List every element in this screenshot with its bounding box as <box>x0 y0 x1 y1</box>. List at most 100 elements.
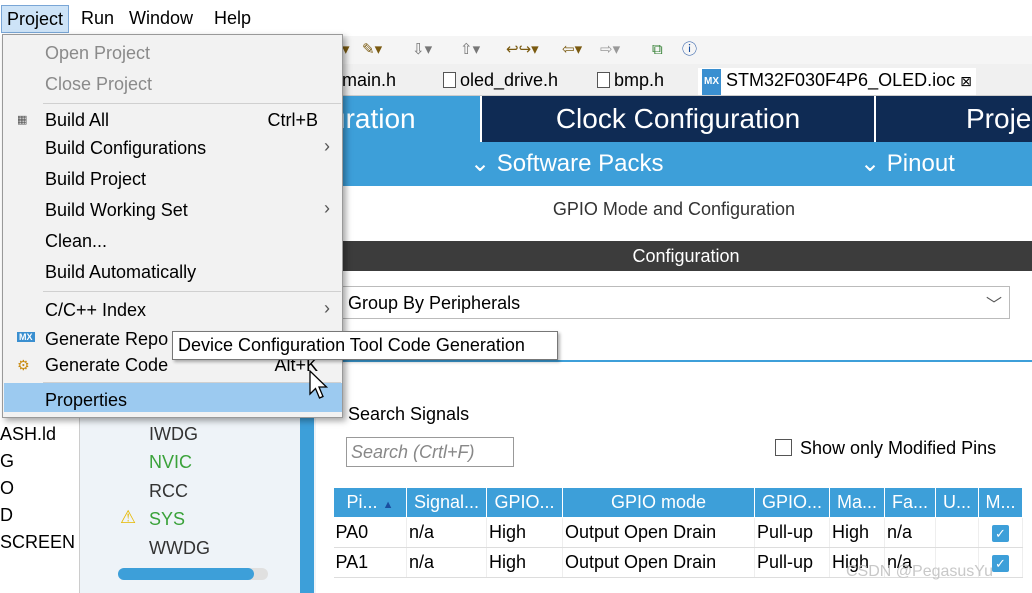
menu-item-properties[interactable]: Properties <box>45 388 127 412</box>
tab-project-manager[interactable]: Proje <box>876 96 1032 142</box>
prev-annotation-icon[interactable]: ⇧▾ <box>460 40 480 60</box>
menu-item-close-project: Close Project <box>45 74 153 94</box>
checkbox-checked-icon[interactable]: ✓ <box>992 525 1009 542</box>
col-fast-mode[interactable]: Fa... <box>884 487 936 518</box>
submenu-arrow-icon: › <box>324 136 330 156</box>
menu-separator <box>43 382 341 383</box>
cell-modified[interactable]: ✓ <box>978 517 1023 548</box>
cell-pin: PA0 <box>333 517 407 548</box>
next-annotation-icon[interactable]: ⇩▾ <box>412 40 432 60</box>
menu-item-build-configurations[interactable]: Build Configurations <box>45 136 206 160</box>
close-icon[interactable]: ⊠ <box>960 73 972 89</box>
menu-run[interactable]: Run <box>76 5 119 31</box>
explorer-item[interactable]: G <box>0 449 14 473</box>
tab-bmp-h[interactable]: bmp.h <box>597 68 664 92</box>
periph-sys[interactable]: SYS <box>149 507 185 531</box>
menu-item-clean[interactable]: Clean... <box>45 229 107 253</box>
periph-nvic[interactable]: NVIC <box>149 450 192 474</box>
project-menu: Open Project Close Project ▦ Build All C… <box>2 34 343 418</box>
menu-separator <box>43 291 341 292</box>
build-all-icon: ▦ <box>17 114 28 126</box>
dropdown-icon[interactable]: ▾ <box>342 40 350 60</box>
cell-fast-mode: n/a <box>884 517 936 548</box>
col-gpio-output[interactable]: GPIO... <box>486 487 563 518</box>
tab-oled-drive-h[interactable]: oled_drive.h <box>443 68 558 92</box>
explorer-item[interactable]: SCREEN <box>0 530 75 554</box>
cell-signal: n/a <box>406 517 487 548</box>
col-gpio-pull[interactable]: GPIO... <box>754 487 830 518</box>
mx-icon: MX <box>702 69 721 95</box>
group-by-value: Group By Peripherals <box>348 293 521 313</box>
show-modified-label: Show only Modified Pins <box>800 438 997 458</box>
back-icon[interactable]: ⇦▾ <box>562 40 582 60</box>
tab-ioc[interactable]: MX STM32F030F4P6_OLED.ioc ⊠ <box>698 68 976 95</box>
file-icon <box>597 72 610 88</box>
toolbar: ▾ ✎▾ ⇩▾ ⇧▾ ↩↪▾ ⇦▾ ⇨▾ ⧉ ⓘ <box>340 36 1032 64</box>
col-gpio-mode[interactable]: GPIO mode <box>562 487 755 518</box>
cell-gpio-mode: Output Open Drain <box>562 517 755 548</box>
warning-icon: ⚠ <box>120 507 137 527</box>
mouse-cursor-icon <box>309 370 329 399</box>
search-input[interactable]: Search (Crtl+F) <box>346 437 514 467</box>
menu-help[interactable]: Help <box>209 5 256 31</box>
menu-item-cpp-index[interactable]: C/C++ Index <box>45 298 146 322</box>
table-row[interactable]: PA0 n/a High Output Open Drain Pull-up H… <box>333 517 1023 548</box>
search-signals-label: Search Signals <box>348 404 470 424</box>
menu-item-build-all[interactable]: Build All <box>45 108 109 132</box>
col-modified[interactable]: M... <box>978 487 1023 518</box>
cell-gpio-mode: Output Open Drain <box>562 547 755 578</box>
checkbox-checked-icon[interactable]: ✓ <box>992 555 1009 572</box>
col-pin[interactable]: Pi... ▲ <box>333 487 407 518</box>
mx-icon: MX <box>17 332 35 342</box>
cell-user-label <box>935 517 979 548</box>
tab-underline <box>340 360 1032 362</box>
menu-item-build-project[interactable]: Build Project <box>45 167 146 191</box>
submenu-arrow-icon: › <box>324 198 330 218</box>
cell-gpio-output: High <box>486 547 563 578</box>
sub-header: ⌄ Software Packs ⌄ Pinout <box>300 142 1032 186</box>
submenu-arrow-icon: › <box>324 298 330 318</box>
info-icon[interactable]: ⓘ <box>682 40 697 60</box>
explorer-item[interactable]: D <box>0 503 13 527</box>
menu-project[interactable]: Project <box>1 5 70 33</box>
open-perspective-icon[interactable]: ⧉ <box>652 40 663 60</box>
pinout-menu[interactable]: ⌄ Pinout <box>860 150 955 178</box>
software-packs-menu[interactable]: ⌄ Software Packs <box>470 150 664 178</box>
menubar: Project Run Window Help <box>0 0 1032 36</box>
watermark: CSDN @PegasusYu <box>846 563 993 580</box>
cell-pin: PA1 <box>333 547 407 578</box>
col-user-label[interactable]: U... <box>935 487 979 518</box>
explorer-item[interactable]: ASH.ld <box>0 422 56 446</box>
menu-item-generate-code[interactable]: Generate Code <box>45 353 168 377</box>
menu-separator <box>43 103 341 104</box>
periph-iwdg[interactable]: IWDG <box>149 422 198 446</box>
config-header: uration Clock Configuration Proje <box>300 96 1032 142</box>
chevron-down-icon: ⌄ <box>470 150 491 177</box>
menu-window[interactable]: Window <box>124 5 198 31</box>
explorer-item[interactable]: O <box>0 476 14 500</box>
cell-pull: Pull-up <box>754 547 830 578</box>
chevron-down-icon[interactable]: ﹀ <box>986 291 1002 315</box>
cell-speed: High <box>829 517 885 548</box>
menu-item-build-automatically[interactable]: Build Automatically <box>45 260 196 284</box>
tab-main-h[interactable]: main.h <box>342 68 396 92</box>
gear-icon: ⚙ <box>17 357 30 373</box>
col-max-speed[interactable]: Ma... <box>829 487 885 518</box>
menu-item-generate-report[interactable]: Generate Repo <box>45 327 168 351</box>
show-modified-checkbox[interactable] <box>775 439 792 456</box>
edit-location-icon[interactable]: ↩↪▾ <box>506 40 539 60</box>
cell-signal: n/a <box>406 547 487 578</box>
tooltip: Device Configuration Tool Code Generatio… <box>172 331 558 360</box>
col-signal[interactable]: Signal... <box>406 487 487 518</box>
configuration-bar: Configuration <box>340 241 1032 271</box>
gpio-panel-title: GPIO Mode and Configuration <box>552 199 796 219</box>
forward-icon[interactable]: ⇨▾ <box>600 40 620 60</box>
hammer-icon[interactable]: ✎▾ <box>362 40 382 60</box>
periph-rcc[interactable]: RCC <box>149 479 188 503</box>
periph-wwdg[interactable]: WWDG <box>149 536 210 560</box>
cell-gpio-output: High <box>486 517 563 548</box>
menu-item-build-working-set[interactable]: Build Working Set <box>45 198 188 222</box>
tab-clock-configuration[interactable]: Clock Configuration <box>482 96 874 142</box>
scrollbar-thumb[interactable] <box>118 568 254 580</box>
shortcut-label: Ctrl+B <box>267 110 318 130</box>
